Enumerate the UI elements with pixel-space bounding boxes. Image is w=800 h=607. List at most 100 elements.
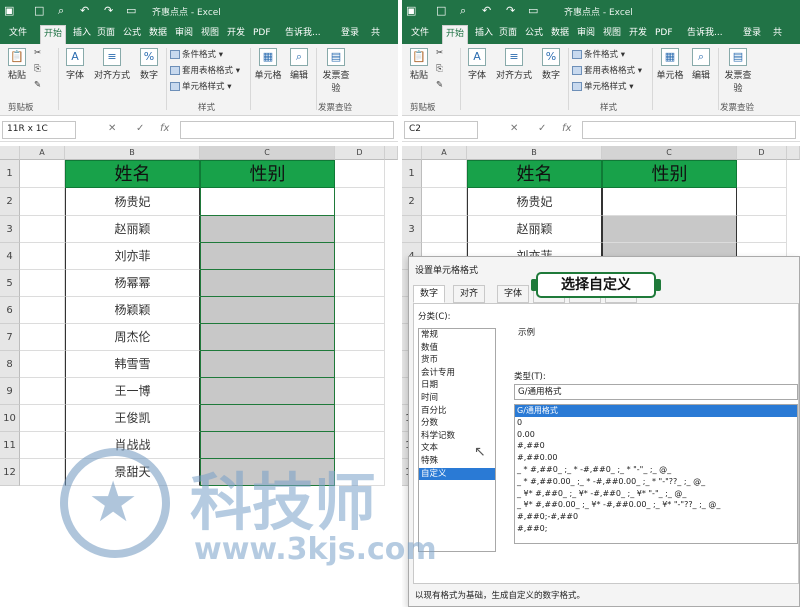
table-format-button[interactable]: 套用表格格式 ▾ (572, 64, 642, 76)
tab-login[interactable]: 登录 (740, 25, 764, 44)
format-code-item[interactable]: _ ¥* #,##0_ ;_ ¥* -#,##0_ ;_ ¥* "-"_ ;_ … (515, 488, 797, 500)
paste-button[interactable]: 📋 粘贴 (406, 48, 432, 81)
tab-insert[interactable]: 插入 (472, 25, 496, 44)
save-icon[interactable]: ▣ (406, 4, 416, 17)
name-box[interactable]: 11R x 1C (2, 121, 76, 139)
tab-developer[interactable]: 开发 (224, 25, 248, 44)
tab-pdf[interactable]: PDF (250, 25, 274, 44)
tab-data[interactable]: 数据 (548, 25, 572, 44)
col-header-d[interactable]: D (335, 146, 385, 160)
gender-cell[interactable] (200, 459, 335, 486)
format-code-item[interactable]: _ * #,##0.00_ ;_ * -#,##0.00_ ;_ * "-"??… (515, 476, 797, 488)
tab-view[interactable]: 视图 (198, 25, 222, 44)
gender-cell[interactable] (200, 405, 335, 432)
gender-cell[interactable] (200, 216, 335, 243)
tab-pdf[interactable]: PDF (652, 25, 676, 44)
name-cell[interactable]: 王一博 (65, 378, 200, 405)
tab-review[interactable]: 审阅 (574, 25, 598, 44)
open-folder-icon[interactable]: ▭ (528, 4, 538, 17)
name-cell[interactable]: 杨颖颖 (65, 297, 200, 324)
gender-cell[interactable] (200, 324, 335, 351)
tab-alignment[interactable]: 对齐 (453, 285, 486, 303)
name-cell[interactable]: 杨幂幂 (65, 270, 200, 297)
tab-login[interactable]: 登录 (338, 25, 362, 44)
format-code-list[interactable]: G/通用格式 0 0.00 #,##0 #,##0.00 _ * #,##0_ ;_ * … (514, 404, 798, 544)
cell-style-button[interactable]: 单元格样式 ▾ (572, 80, 633, 92)
format-code-item[interactable]: _ ¥* #,##0.00_ ;_ ¥* -#,##0.00_ ;_ ¥* "-… (515, 499, 797, 511)
cell-d[interactable] (335, 351, 385, 378)
fx-icon[interactable]: fx (562, 123, 571, 134)
row-header[interactable]: 6 (0, 297, 20, 324)
print-preview-icon[interactable]: ⌕ (58, 4, 64, 18)
row-header[interactable]: 8 (0, 351, 20, 378)
category-item[interactable]: 货币 (419, 354, 495, 367)
format-code-item[interactable]: 0 (515, 417, 797, 429)
copy-icon[interactable]: ⎘ (34, 64, 41, 74)
undo-icon[interactable]: ↶ (80, 4, 89, 17)
name-cell[interactable]: 肖战战 (65, 432, 200, 459)
row-header[interactable]: 1 (0, 160, 20, 188)
category-item[interactable]: 常规 (419, 329, 495, 342)
tab-developer[interactable]: 开发 (626, 25, 650, 44)
tab-formula[interactable]: 公式 (522, 25, 546, 44)
open-folder-icon[interactable]: ▭ (126, 4, 136, 17)
cell-d[interactable] (335, 160, 385, 188)
category-item[interactable]: 会计专用 (419, 367, 495, 380)
new-file-icon[interactable]: □ (34, 4, 44, 17)
enter-icon[interactable]: ✓ (538, 123, 546, 134)
tab-share[interactable]: 共 (368, 25, 383, 44)
cell-a[interactable] (20, 378, 65, 405)
gender-cell[interactable] (200, 188, 335, 216)
cell-d[interactable] (335, 378, 385, 405)
row-header[interactable]: 3 (402, 216, 422, 243)
enter-icon[interactable]: ✓ (136, 123, 144, 134)
cell-d[interactable] (335, 243, 385, 270)
row-header[interactable]: 1 (402, 160, 422, 188)
cell-a[interactable] (422, 188, 467, 216)
category-item[interactable]: 分数 (419, 417, 495, 430)
gender-cell[interactable] (200, 378, 335, 405)
type-input[interactable]: G/通用格式 (514, 384, 798, 400)
row-header[interactable]: 11 (0, 432, 20, 459)
cells-button[interactable]: ▦ 单元格 (654, 48, 686, 81)
row-header[interactable]: 12 (0, 459, 20, 486)
gender-cell[interactable] (200, 432, 335, 459)
tab-font[interactable]: 字体 (497, 285, 530, 303)
edit-button[interactable]: ⌕ 编辑 (286, 48, 312, 81)
cancel-icon[interactable]: ✕ (510, 123, 518, 134)
cell-d[interactable] (737, 216, 787, 243)
cell-d[interactable] (335, 297, 385, 324)
col-header-e[interactable] (787, 146, 800, 160)
format-painter-icon[interactable]: ✎ (436, 80, 443, 90)
formula-input[interactable] (582, 121, 796, 139)
name-cell[interactable]: 周杰伦 (65, 324, 200, 351)
header-name-cell[interactable]: 姓名 (65, 160, 200, 188)
cell-a[interactable] (20, 324, 65, 351)
cell-d[interactable] (335, 432, 385, 459)
row-header[interactable]: 2 (0, 188, 20, 216)
cell-style-button[interactable]: 单元格样式 ▾ (170, 80, 231, 92)
cell-d[interactable] (335, 324, 385, 351)
cell-d[interactable] (335, 216, 385, 243)
print-preview-icon[interactable]: ⌕ (460, 4, 466, 18)
paste-button[interactable]: 📋 粘贴 (4, 48, 30, 81)
cell-a[interactable] (20, 270, 65, 297)
gender-cell[interactable] (200, 243, 335, 270)
name-cell[interactable]: 赵丽颖 (65, 216, 200, 243)
save-icon[interactable]: ▣ (4, 4, 14, 17)
conditional-format-button[interactable]: 条件格式 ▾ (572, 48, 625, 60)
col-header-a[interactable]: A (20, 146, 65, 160)
cell-a[interactable] (20, 351, 65, 378)
tab-tell-me[interactable]: 告诉我... (684, 25, 726, 44)
tab-insert[interactable]: 插入 (70, 25, 94, 44)
tab-file[interactable]: 文件 (6, 25, 30, 44)
cell-d[interactable] (335, 405, 385, 432)
gender-cell[interactable] (200, 270, 335, 297)
tab-home[interactable]: 开始 (40, 25, 67, 44)
tab-tell-me[interactable]: 告诉我... (282, 25, 324, 44)
cell-a[interactable] (20, 432, 65, 459)
cut-icon[interactable]: ✂ (34, 48, 41, 58)
align-button[interactable]: ≡ 对齐方式 (494, 48, 534, 81)
header-name-cell[interactable]: 姓名 (467, 160, 602, 188)
col-header-c[interactable]: C (200, 146, 335, 160)
